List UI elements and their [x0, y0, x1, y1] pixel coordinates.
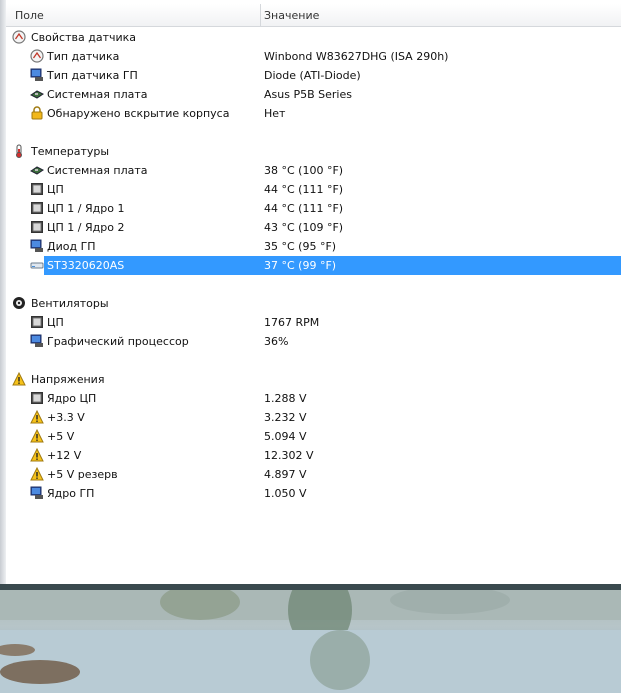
motherboard-icon: [30, 87, 44, 101]
sensor-row[interactable]: +5 V резерв 4.897 V: [6, 465, 621, 484]
cpu-chip-icon: [30, 220, 44, 234]
group-row[interactable]: Напряжения: [6, 370, 621, 389]
sensor-name: ЦП: [47, 183, 64, 196]
sensor-row[interactable]: Ядро ЦП 1.288 V: [6, 389, 621, 408]
sensor-name: Графический процессор: [47, 335, 189, 348]
cpu-chip-icon: [30, 182, 44, 196]
cpu-chip-icon: [30, 391, 44, 405]
sensor-value: 3.232 V: [264, 411, 307, 424]
group-title: Вентиляторы: [31, 297, 109, 310]
sensor-value: 1.050 V: [264, 487, 307, 500]
sensor-name: ЦП: [47, 316, 64, 329]
thermometer-icon: [12, 144, 26, 158]
sensor-row[interactable]: +12 V 12.302 V: [6, 446, 621, 465]
sensor-value: 43 °C (109 °F): [264, 221, 344, 234]
sensor-value: Asus P5B Series: [264, 88, 352, 101]
sensor-row[interactable]: ЦП 1 / Ядро 2 43 °C (109 °F): [6, 218, 621, 237]
sensor-row[interactable]: Графический процессор 36%: [6, 332, 621, 351]
sensor-name: +12 V: [47, 449, 82, 462]
wallpaper-image: [0, 590, 621, 693]
column-divider[interactable]: [260, 4, 261, 26]
group-row[interactable]: Температуры: [6, 142, 621, 161]
sensor-row[interactable]: Диод ГП 35 °C (95 °F): [6, 237, 621, 256]
sensor-name: Диод ГП: [47, 240, 96, 253]
sensor-value: 1.288 V: [264, 392, 307, 405]
warning-icon: [12, 371, 26, 386]
cpu-chip-icon: [30, 315, 44, 329]
gpu-monitor-icon: [30, 486, 44, 500]
column-header: Поле Значение: [6, 4, 621, 27]
sensor-value: 44 °C (111 °F): [264, 202, 344, 215]
sensor-value: 5.094 V: [264, 430, 307, 443]
sensor-value: 35 °C (95 °F): [264, 240, 337, 253]
warning-icon: [30, 447, 44, 462]
sensor-window: Поле Значение Свойства датчика Тип датчик…: [0, 0, 621, 584]
sensor-value: Diode (ATI-Diode): [264, 69, 361, 82]
desktop-wallpaper: [0, 590, 621, 693]
sensor-value: 4.897 V: [264, 468, 307, 481]
sensor-value: Winbond W83627DHG (ISA 290h): [264, 50, 449, 63]
gauge-icon: [30, 49, 44, 63]
gpu-monitor-icon: [30, 334, 44, 348]
sensor-name: Тип датчика: [47, 50, 120, 63]
sensor-row[interactable]: Тип датчика Winbond W83627DHG (ISA 290h): [6, 47, 621, 66]
group-title: Температуры: [31, 145, 110, 158]
sensor-value: 1767 RPM: [264, 316, 320, 329]
sensor-row[interactable]: Системная плата Asus P5B Series: [6, 85, 621, 104]
sensor-name: Системная плата: [47, 88, 148, 101]
sensor-row[interactable]: ЦП 1767 RPM: [6, 313, 621, 332]
sensor-row[interactable]: Системная плата 38 °C (100 °F): [6, 161, 621, 180]
sensor-name: +5 V: [47, 430, 75, 443]
sensor-value: 44 °C (111 °F): [264, 183, 344, 196]
sensor-name: Системная плата: [47, 164, 148, 177]
sensor-value: Нет: [264, 107, 286, 120]
sensor-row[interactable]: +3.3 V 3.232 V: [6, 408, 621, 427]
sensor-row[interactable]: Тип датчика ГП Diode (ATI-Diode): [6, 66, 621, 85]
hard-drive-icon: [30, 258, 44, 272]
warning-icon: [30, 409, 44, 424]
sensor-name: Ядро ЦП: [47, 392, 97, 405]
sensor-value: 38 °C (100 °F): [264, 164, 344, 177]
group-row[interactable]: Свойства датчика: [6, 28, 621, 47]
sensor-row[interactable]: Обнаружено вскрытие корпуса Нет: [6, 104, 621, 123]
sensor-name: Обнаружено вскрытие корпуса: [47, 107, 230, 120]
column-header-value[interactable]: Значение: [264, 9, 319, 22]
sensor-name: +3.3 V: [47, 411, 85, 424]
gpu-monitor-icon: [30, 239, 44, 253]
sensor-row[interactable]: Ядро ГП 1.050 V: [6, 484, 621, 503]
fan-icon: [12, 296, 26, 310]
lock-icon: [30, 106, 44, 120]
sensor-row[interactable]: ЦП 44 °C (111 °F): [6, 180, 621, 199]
cpu-chip-icon: [30, 201, 44, 215]
sensor-value: 36%: [264, 335, 289, 348]
warning-icon: [30, 466, 44, 481]
warning-icon: [30, 428, 44, 443]
sensor-value: 37 °C (99 °F): [264, 259, 337, 272]
gauge-icon: [12, 30, 26, 44]
sensor-value: 12.302 V: [264, 449, 314, 462]
column-header-field[interactable]: Поле: [15, 9, 44, 22]
group-title: Свойства датчика: [31, 31, 137, 44]
sensor-row[interactable]: ST3320620AS 37 °C (99 °F): [6, 256, 621, 275]
sensor-name: ЦП 1 / Ядро 2: [47, 221, 125, 234]
gpu-monitor-icon: [30, 68, 44, 82]
sensor-row[interactable]: +5 V 5.094 V: [6, 427, 621, 446]
group-row[interactable]: Вентиляторы: [6, 294, 621, 313]
group-title: Напряжения: [31, 373, 105, 386]
sensor-name: Тип датчика ГП: [47, 69, 138, 82]
sensor-row[interactable]: ЦП 1 / Ядро 1 44 °C (111 °F): [6, 199, 621, 218]
sensor-name: ЦП 1 / Ядро 1: [47, 202, 125, 215]
sensor-name: ST3320620AS: [47, 259, 125, 272]
motherboard-icon: [30, 163, 44, 177]
sensor-name: Ядро ГП: [47, 487, 95, 500]
sensor-name: +5 V резерв: [47, 468, 118, 481]
